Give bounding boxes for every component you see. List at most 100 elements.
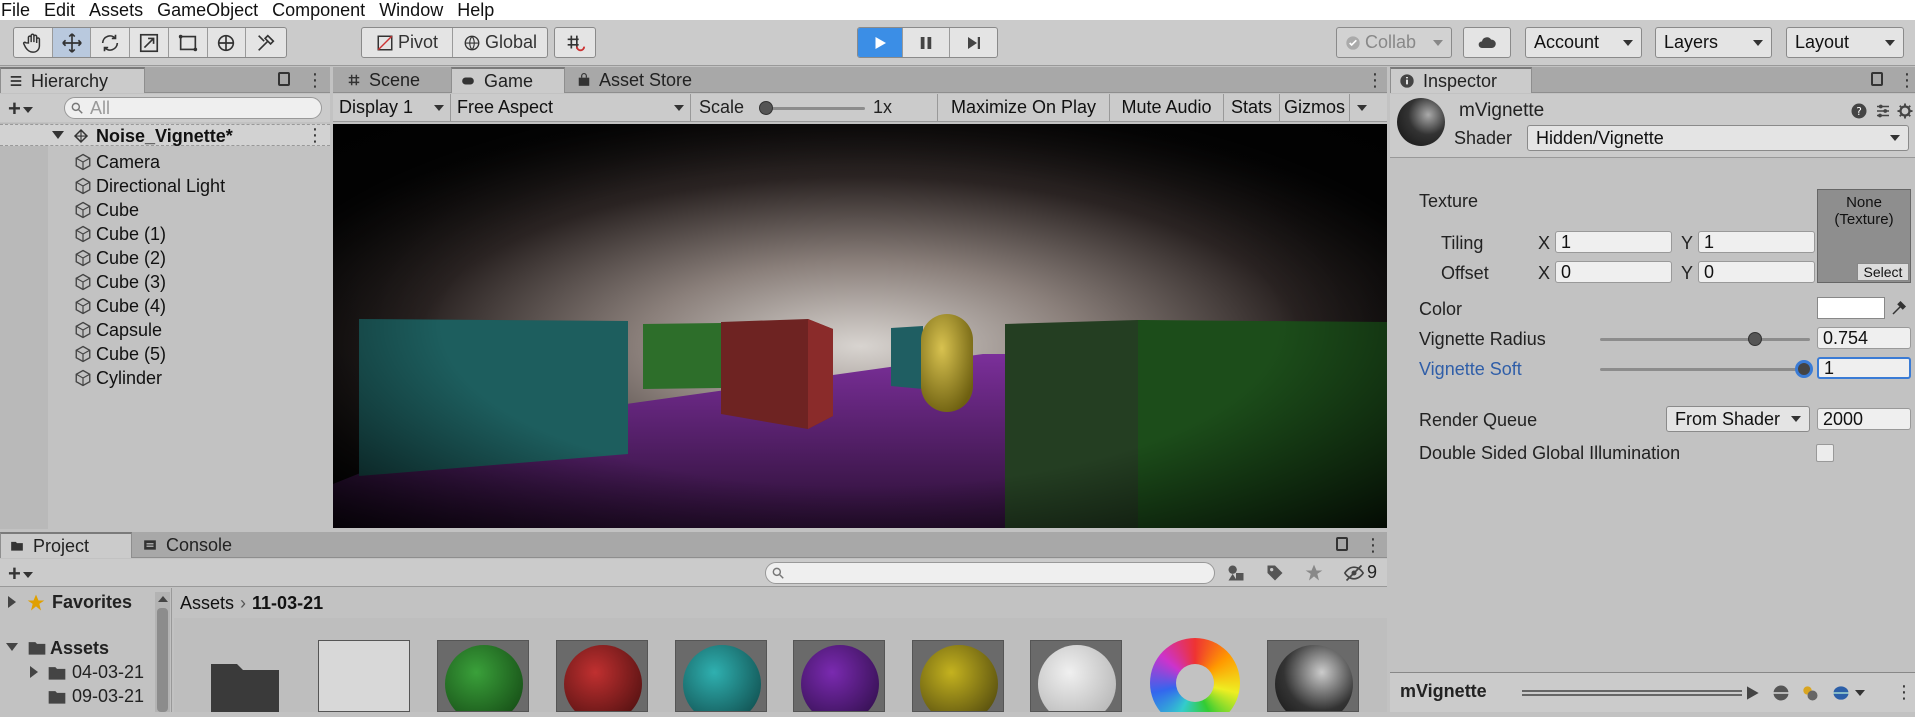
filter-type-icon[interactable] xyxy=(1226,563,1246,583)
texture-slot[interactable]: None (Texture) Select xyxy=(1817,189,1911,283)
tab-game[interactable]: Game xyxy=(451,67,565,93)
expand-arrow-icon[interactable] xyxy=(30,666,38,678)
offset-y-input[interactable]: 0 xyxy=(1698,261,1815,283)
scroll-up-icon[interactable] xyxy=(158,596,168,602)
menu-window[interactable]: Window xyxy=(379,0,443,20)
transform-tool-button[interactable] xyxy=(208,28,247,57)
more-icon[interactable]: ⋮ xyxy=(1364,536,1382,554)
aspect-dropdown[interactable]: Free Aspect xyxy=(451,94,691,121)
breadcrumb-assets[interactable]: Assets xyxy=(180,593,234,614)
scene-row[interactable]: Noise_Vignette* ⋮ xyxy=(0,124,330,146)
global-toggle[interactable]: Global xyxy=(453,28,547,57)
menu-component[interactable]: Component xyxy=(272,0,365,20)
star-icon[interactable] xyxy=(1304,563,1324,583)
vignette-radius-knob[interactable] xyxy=(1748,332,1762,346)
hierarchy-item[interactable]: Cylinder xyxy=(74,368,162,388)
layers-dropdown[interactable]: Layers xyxy=(1655,27,1772,58)
asset-red-material[interactable] xyxy=(556,640,648,712)
scale-track[interactable] xyxy=(765,107,865,110)
hierarchy-item[interactable]: Camera xyxy=(74,152,160,172)
chevron-down-icon[interactable] xyxy=(1855,690,1865,696)
asset-vignette-material[interactable] xyxy=(1267,640,1359,712)
hierarchy-item[interactable]: Cube (5) xyxy=(74,344,166,364)
rect-tool-button[interactable] xyxy=(169,28,208,57)
collab-dropdown[interactable]: Collab xyxy=(1336,27,1452,58)
hierarchy-item[interactable]: Cube (1) xyxy=(74,224,166,244)
play-preview-icon[interactable] xyxy=(1742,683,1762,703)
scroll-thumb[interactable] xyxy=(157,608,168,712)
lock-icon[interactable] xyxy=(278,72,290,86)
gizmos-dropdown[interactable] xyxy=(1350,94,1374,121)
menu-file[interactable]: File xyxy=(1,0,30,20)
asset-green-material[interactable] xyxy=(437,640,529,712)
hierarchy-item[interactable]: Cube (3) xyxy=(74,272,166,292)
asset-yellow-material[interactable] xyxy=(912,640,1004,712)
shader-dropdown[interactable]: Hidden/Vignette xyxy=(1527,125,1909,151)
asset-purple-material[interactable] xyxy=(793,640,885,712)
rotate-tool-button[interactable] xyxy=(91,28,131,57)
move-tool-button[interactable] xyxy=(52,28,92,57)
menu-gameobject[interactable]: GameObject xyxy=(157,0,258,20)
eyedropper-icon[interactable] xyxy=(1890,299,1908,317)
expand-arrow-icon[interactable] xyxy=(6,643,18,651)
play-button[interactable] xyxy=(858,28,903,57)
mute-audio-toggle[interactable]: Mute Audio xyxy=(1110,94,1224,121)
vignette-soft-track[interactable] xyxy=(1600,368,1810,371)
display-dropdown[interactable]: Display 1 xyxy=(333,94,451,121)
tab-hierarchy[interactable]: Hierarchy xyxy=(0,67,145,93)
hierarchy-search-input[interactable]: All xyxy=(64,97,322,119)
more-icon[interactable]: ⋮ xyxy=(1895,683,1913,701)
asset-folder-thumb[interactable] xyxy=(205,650,285,712)
more-icon[interactable]: ⋮ xyxy=(1898,71,1915,89)
project-search-input[interactable] xyxy=(765,562,1215,584)
asset-noise-texture[interactable] xyxy=(318,640,410,712)
tiling-x-input[interactable]: 1 xyxy=(1555,231,1672,253)
light-preview-icon[interactable] xyxy=(1800,683,1820,703)
folder-09-03-21[interactable]: 09-03-21 xyxy=(72,686,144,707)
preset-icon[interactable] xyxy=(1874,102,1892,120)
account-dropdown[interactable]: Account xyxy=(1525,27,1642,58)
scale-knob[interactable] xyxy=(759,101,773,115)
create-button[interactable]: + xyxy=(8,96,33,122)
vignette-radius-input[interactable]: 0.754 xyxy=(1817,327,1911,349)
tab-scene[interactable]: Scene xyxy=(339,67,451,93)
tab-project[interactable]: Project xyxy=(0,532,132,558)
help-icon[interactable]: ? xyxy=(1850,102,1868,120)
cloud-button[interactable] xyxy=(1463,27,1511,58)
shape-preview-icon[interactable] xyxy=(1830,683,1852,703)
breadcrumb-current[interactable]: 11-03-21 xyxy=(252,593,323,614)
create-asset-button[interactable]: + xyxy=(8,561,33,587)
hierarchy-item[interactable]: Cube (2) xyxy=(74,248,166,268)
asset-color-wheel[interactable] xyxy=(1148,638,1240,712)
render-queue-dropdown[interactable]: From Shader xyxy=(1666,406,1810,432)
vignette-radius-track[interactable] xyxy=(1600,338,1810,341)
pivot-toggle[interactable]: Pivot xyxy=(362,28,454,57)
tab-asset-store[interactable]: Asset Store xyxy=(569,67,709,93)
more-icon[interactable]: ⋮ xyxy=(1366,71,1384,89)
scale-slider[interactable]: Scale 1x xyxy=(691,94,938,121)
folder-04-03-21[interactable]: 04-03-21 xyxy=(72,662,144,683)
layout-dropdown[interactable]: Layout xyxy=(1786,27,1904,58)
gizmos-toggle[interactable]: Gizmos xyxy=(1280,94,1350,121)
asset-white-material[interactable] xyxy=(1030,640,1122,712)
hierarchy-item[interactable]: Capsule xyxy=(74,320,162,340)
color-swatch[interactable] xyxy=(1817,297,1885,319)
vignette-soft-knob[interactable] xyxy=(1795,360,1813,378)
custom-tool-button[interactable] xyxy=(246,28,286,57)
hierarchy-item[interactable]: Cube xyxy=(74,200,139,220)
asset-teal-material[interactable] xyxy=(675,640,767,712)
menu-edit[interactable]: Edit xyxy=(44,0,75,20)
menu-help[interactable]: Help xyxy=(457,0,494,20)
double-sided-gi-checkbox[interactable] xyxy=(1816,444,1834,462)
scene-more-icon[interactable]: ⋮ xyxy=(306,126,324,144)
tiling-y-input[interactable]: 1 xyxy=(1698,231,1815,253)
favorites-label[interactable]: Favorites xyxy=(52,592,132,613)
hand-tool-button[interactable] xyxy=(14,28,53,57)
assets-folder-label[interactable]: Assets xyxy=(50,638,109,659)
tag-icon[interactable] xyxy=(1265,563,1285,583)
more-icon[interactable]: ⋮ xyxy=(306,71,324,89)
tab-inspector[interactable]: Inspector xyxy=(1390,67,1532,93)
sphere-preview-icon[interactable] xyxy=(1771,683,1791,703)
hierarchy-item[interactable]: Directional Light xyxy=(74,176,225,196)
hierarchy-item[interactable]: Cube (4) xyxy=(74,296,166,316)
